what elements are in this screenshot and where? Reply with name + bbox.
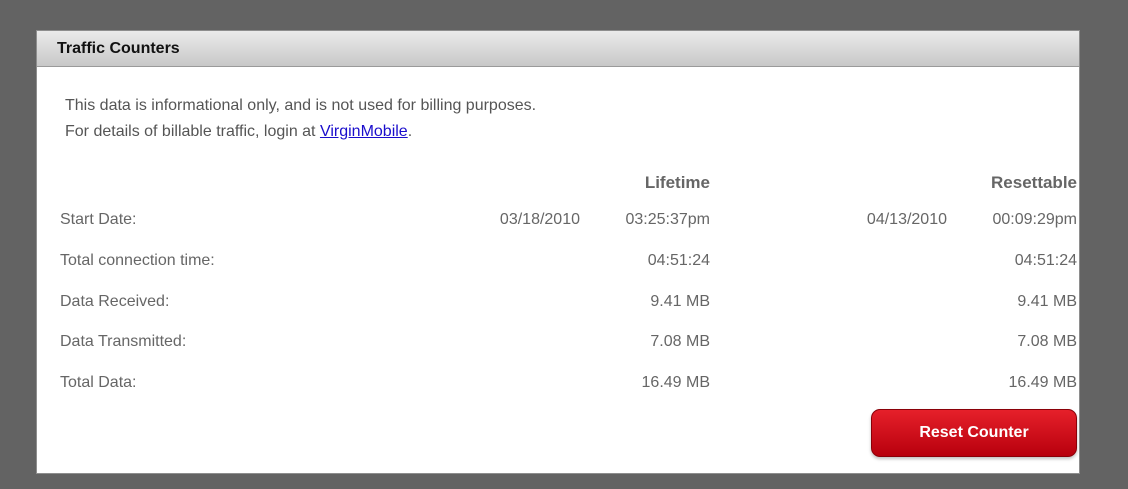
data-received-label: Data Received: — [60, 293, 170, 310]
start-date-lifetime-date: 03/18/2010 — [499, 211, 580, 228]
connection-time-resettable: 04:51:24 — [1014, 252, 1077, 269]
data-transmitted-resettable: 7.08 MB — [1017, 333, 1077, 350]
data-transmitted-row: Data Transmitted: 7.08 MB 7.08 MB — [37, 333, 1079, 363]
info-line-1: This data is informational only, and is … — [65, 97, 537, 114]
info-line-2: For details of billable traffic, login a… — [65, 119, 536, 145]
data-received-resettable: 9.41 MB — [1017, 293, 1077, 310]
start-date-lifetime-time: 03:25:37pm — [625, 211, 710, 228]
virginmobile-link[interactable]: VirginMobile — [320, 123, 408, 140]
start-date-resettable-date: 04/13/2010 — [866, 211, 947, 228]
traffic-counters-panel: Traffic Counters This data is informatio… — [36, 30, 1080, 474]
data-received-lifetime: 9.41 MB — [650, 293, 710, 310]
data-transmitted-lifetime: 7.08 MB — [650, 333, 710, 350]
data-transmitted-label: Data Transmitted: — [60, 333, 187, 350]
total-data-resettable: 16.49 MB — [1008, 374, 1077, 391]
start-date-row: Start Date: 03/18/2010 03:25:37pm 04/13/… — [37, 211, 1079, 241]
connection-time-label: Total connection time: — [60, 252, 215, 269]
column-header-resettable: Resettable — [991, 173, 1077, 192]
start-date-resettable-time: 00:09:29pm — [992, 211, 1077, 228]
info-text: This data is informational only, and is … — [65, 93, 536, 145]
connection-time-row: Total connection time: 04:51:24 04:51:24 — [37, 252, 1079, 282]
connection-time-lifetime: 04:51:24 — [647, 252, 710, 269]
total-data-row: Total Data: 16.49 MB 16.49 MB — [37, 374, 1079, 404]
info-line-2-prefix: For details of billable traffic, login a… — [65, 123, 320, 140]
start-date-label: Start Date: — [60, 211, 137, 228]
column-header-row: Lifetime Resettable — [37, 173, 1079, 203]
total-data-lifetime: 16.49 MB — [641, 374, 710, 391]
total-data-label: Total Data: — [60, 374, 137, 391]
column-header-lifetime: Lifetime — [644, 173, 710, 192]
reset-counter-button[interactable]: Reset Counter — [871, 409, 1077, 457]
panel-title: Traffic Counters — [37, 31, 1079, 67]
data-received-row: Data Received: 9.41 MB 9.41 MB — [37, 293, 1079, 323]
info-line-2-suffix: . — [407, 123, 413, 140]
